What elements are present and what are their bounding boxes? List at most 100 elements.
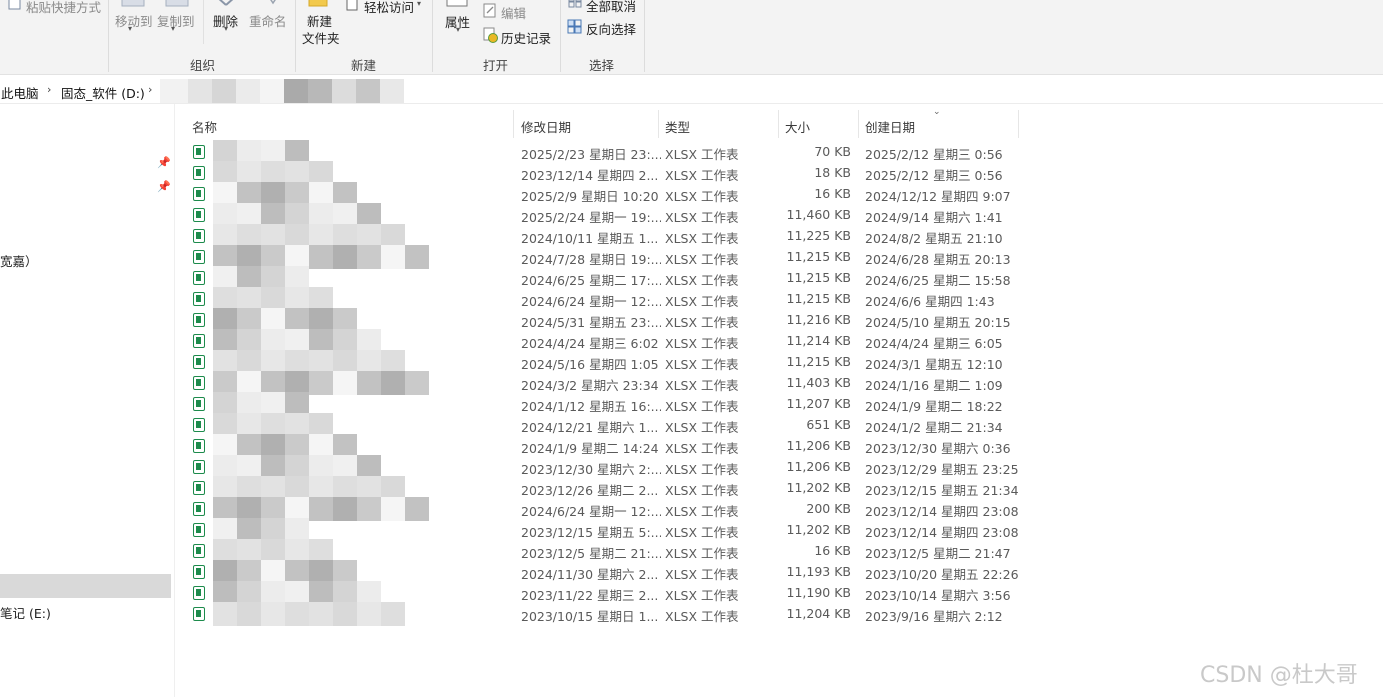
- file-created-date: 2025/2/12 星期三 0:56: [865, 147, 1003, 162]
- file-modified-date: 2023/11/22 星期三 2...: [521, 588, 659, 603]
- excel-file-icon: [193, 481, 205, 495]
- file-type: XLSX 工作表: [665, 525, 739, 540]
- paste-shortcut-button[interactable]: 粘贴快捷方式: [26, 0, 101, 16]
- file-modified-date: 2023/12/15 星期五 5:...: [521, 525, 661, 540]
- column-divider[interactable]: [778, 110, 779, 138]
- excel-file-icon: [193, 376, 205, 390]
- file-size: 11,206 KB: [786, 438, 851, 453]
- excel-file-icon: [193, 187, 205, 201]
- address-bar[interactable]: 此电脑 › 固态_软件 (D:) ›: [0, 79, 1383, 104]
- nav-item-selected[interactable]: [0, 574, 171, 598]
- column-header-modified[interactable]: 修改日期: [521, 117, 571, 136]
- file-created-date: 2023/12/14 星期四 23:08: [865, 504, 1019, 519]
- file-size: 11,202 KB: [786, 480, 851, 495]
- file-size: 11,215 KB: [786, 354, 851, 369]
- column-divider[interactable]: [858, 110, 859, 138]
- excel-file-icon: [193, 565, 205, 579]
- ribbon: 粘贴快捷方式 移动到 ▾ 复制到 ▾ 删除 ▾ 重命名 组织 新建 文件夹 轻松…: [0, 0, 1383, 75]
- file-row[interactable]: 2024/7/28 星期日 19:... XLSX 工作表 11,215 KB 202…: [189, 245, 1029, 269]
- file-created-date: 2024/9/14 星期六 1:41: [865, 210, 1003, 225]
- breadcrumb-drive[interactable]: 固态_软件 (D:): [61, 83, 145, 102]
- file-created-date: 2023/12/15 星期五 21:34: [865, 483, 1019, 498]
- new-folder-icon: [308, 0, 328, 7]
- file-row[interactable]: 2023/10/15 星期日 1... XLSX 工作表 11,204 KB 2023…: [189, 602, 1029, 626]
- excel-file-icon: [193, 229, 205, 243]
- excel-file-icon: [193, 397, 205, 411]
- invert-selection-button[interactable]: 反向选择: [586, 19, 636, 38]
- file-size: 11,216 KB: [786, 312, 851, 327]
- file-modified-date: 2025/2/23 星期日 23:...: [521, 147, 661, 162]
- group-divider: [644, 0, 645, 72]
- excel-file-icon: [193, 166, 205, 180]
- excel-file-icon: [193, 502, 205, 516]
- file-created-date: 2023/9/16 星期六 2:12: [865, 609, 1003, 624]
- file-type: XLSX 工作表: [665, 336, 739, 351]
- file-type: XLSX 工作表: [665, 567, 739, 582]
- file-modified-date: 2024/10/11 星期五 1...: [521, 231, 659, 246]
- file-created-date: 2024/1/16 星期二 1:09: [865, 378, 1003, 393]
- file-type: XLSX 工作表: [665, 147, 739, 162]
- file-created-date: 2023/10/14 星期六 3:56: [865, 588, 1011, 603]
- breadcrumb-this-pc[interactable]: 此电脑: [1, 83, 39, 102]
- file-type: XLSX 工作表: [665, 399, 739, 414]
- pin-icon[interactable]: 📌: [157, 156, 171, 169]
- properties-icon: [446, 0, 468, 7]
- file-created-date: 2023/10/20 星期五 22:26: [865, 567, 1019, 582]
- chevron-right-icon[interactable]: ›: [47, 83, 51, 96]
- column-header-created[interactable]: 创建日期: [865, 117, 915, 136]
- divider: [203, 0, 204, 44]
- watermark: CSDN @杜大哥: [1200, 663, 1358, 688]
- file-size: 11,215 KB: [786, 270, 851, 285]
- file-modified-date: 2024/5/31 星期五 23:...: [521, 315, 661, 330]
- file-size: 11,215 KB: [786, 291, 851, 306]
- column-header-type[interactable]: 类型: [665, 117, 690, 136]
- file-size: 11,214 KB: [786, 333, 851, 348]
- invert-selection-icon: [567, 19, 582, 34]
- group-label-organize: 组织: [190, 58, 216, 73]
- history-button[interactable]: 历史记录: [501, 28, 551, 47]
- file-type: XLSX 工作表: [665, 546, 739, 561]
- file-modified-date: 2024/7/28 星期日 19:...: [521, 252, 661, 267]
- file-modified-date: 2024/12/21 星期六 1...: [521, 420, 659, 435]
- excel-file-icon: [193, 418, 205, 432]
- file-created-date: 2024/4/24 星期三 6:05: [865, 336, 1003, 351]
- file-modified-date: 2023/12/26 星期二 2...: [521, 483, 659, 498]
- nav-item-partial[interactable]: 宽嘉）: [0, 251, 38, 270]
- file-size: 11,403 KB: [786, 375, 851, 390]
- excel-file-icon: [193, 544, 205, 558]
- file-row[interactable]: 2024/6/24 星期一 12:... XLSX 工作表 200 KB 2023/1…: [189, 497, 1029, 521]
- file-created-date: 2024/12/12 星期四 9:07: [865, 189, 1011, 204]
- file-created-date: 2025/2/12 星期三 0:56: [865, 168, 1003, 183]
- file-size: 11,190 KB: [786, 585, 851, 600]
- rename-button[interactable]: 重命名: [249, 11, 287, 30]
- file-modified-date: 2024/1/9 星期二 14:24: [521, 441, 659, 456]
- edit-button[interactable]: 编辑: [501, 3, 526, 22]
- column-divider[interactable]: [658, 110, 659, 138]
- select-none-button[interactable]: 全部取消: [586, 0, 636, 15]
- edit-icon: [483, 3, 496, 18]
- file-type: XLSX 工作表: [665, 210, 739, 225]
- select-none-icon: [568, 0, 582, 8]
- move-to-button[interactable]: 移动到: [115, 11, 153, 30]
- file-size: 200 KB: [806, 501, 851, 516]
- blurred-filename: [213, 602, 405, 626]
- easy-access-button[interactable]: 轻松访问: [364, 0, 414, 16]
- file-size: 70 KB: [814, 144, 851, 159]
- pin-icon[interactable]: 📌: [157, 180, 171, 193]
- column-divider[interactable]: [1018, 110, 1019, 138]
- column-header-size[interactable]: 大小: [785, 117, 810, 136]
- group-label-new: 新建: [351, 58, 377, 73]
- file-row[interactable]: 2024/3/2 星期六 23:34 XLSX 工作表 11,403 KB 2024/…: [189, 371, 1029, 395]
- file-created-date: 2024/8/2 星期五 21:10: [865, 231, 1003, 246]
- column-header-name[interactable]: 名称: [192, 117, 217, 136]
- file-modified-date: 2024/4/24 星期三 6:02: [521, 336, 659, 351]
- excel-file-icon: [193, 334, 205, 348]
- chevron-right-icon[interactable]: ›: [148, 83, 152, 96]
- nav-item-drive-e[interactable]: 笔记 (E:): [0, 603, 51, 622]
- file-created-date: 2024/5/10 星期五 20:15: [865, 315, 1011, 330]
- copy-to-button[interactable]: 复制到: [157, 11, 195, 30]
- file-size: 11,202 KB: [786, 522, 851, 537]
- excel-file-icon: [193, 523, 205, 537]
- chevron-down-icon: ▾: [417, 0, 422, 8]
- column-divider[interactable]: [513, 110, 514, 138]
